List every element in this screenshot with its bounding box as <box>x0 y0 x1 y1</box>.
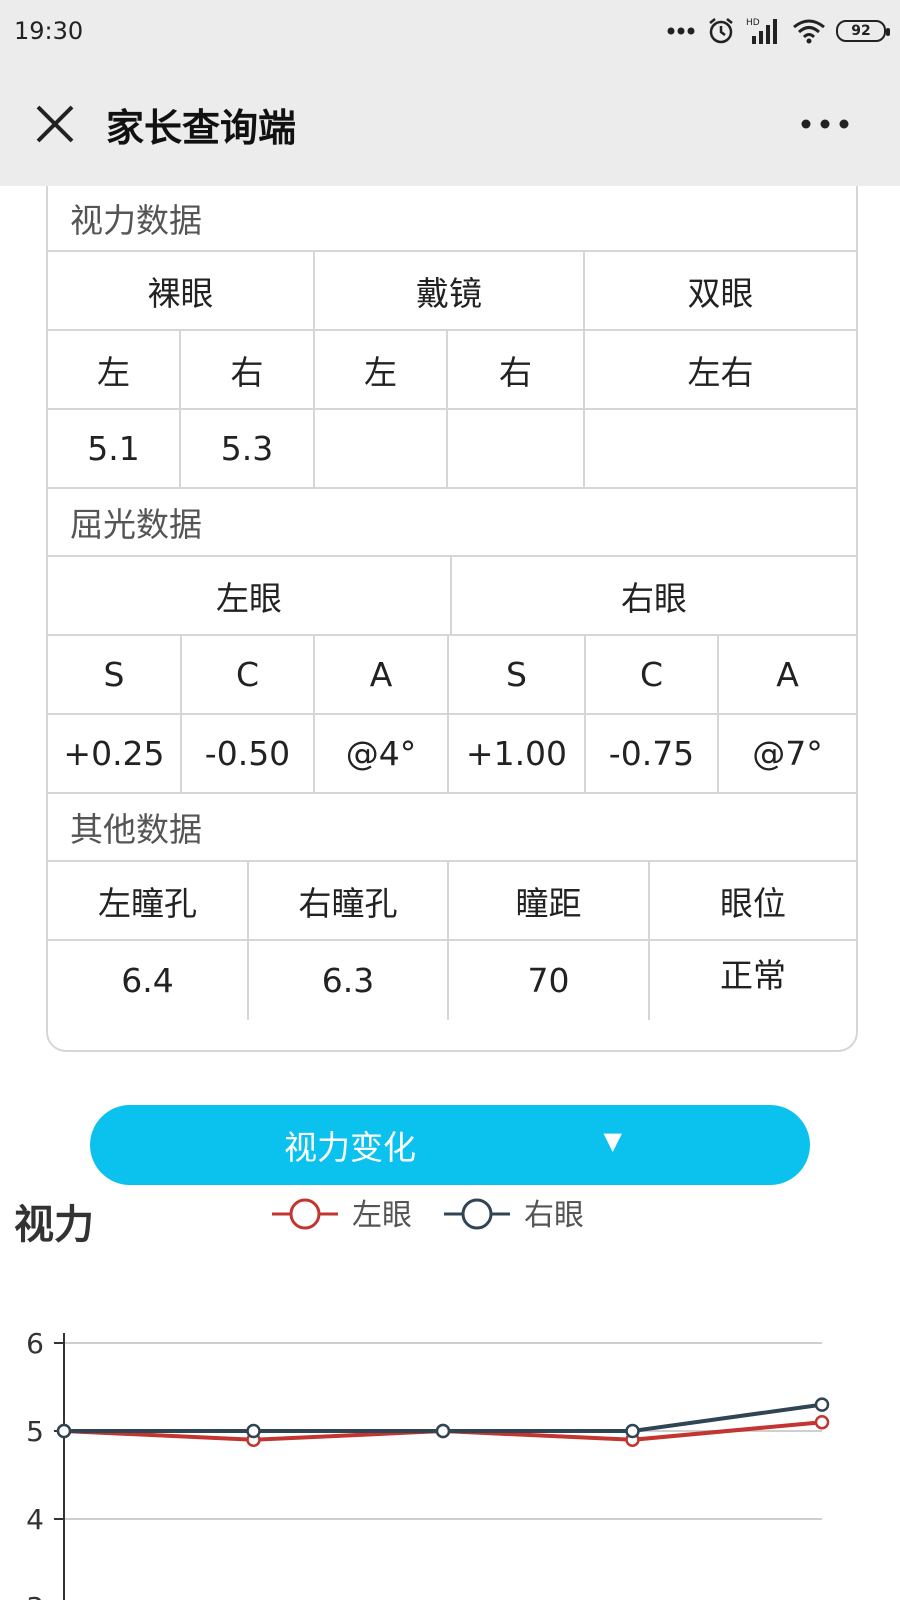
battery-indicator: 92 <box>836 20 890 42</box>
status-time: 19:30 <box>14 17 84 45</box>
vision-change-dropdown[interactable]: 视力变化 ▼ <box>90 1105 810 1185</box>
refraction-sub-right-a: A <box>776 655 799 694</box>
vision-subheader-row: 左 右 左 右 左右 <box>48 331 856 410</box>
refraction-values-row: +0.25 -0.50 @4° +1.00 -0.75 @7° <box>48 715 856 794</box>
vision-values-row: 5.1 5.3 <box>48 410 856 489</box>
vision-value-both <box>585 410 856 487</box>
more-button[interactable] <box>790 96 860 152</box>
legend-marker-1 <box>461 1198 493 1230</box>
vision-section-title: 视力数据 <box>48 186 856 252</box>
close-button[interactable] <box>10 79 100 169</box>
vision-sub-both: 左右 <box>687 352 754 392</box>
more-icon <box>801 119 849 129</box>
refraction-header-right-eye: 右眼 <box>621 578 687 618</box>
other-value-left-pupil: 6.4 <box>48 941 249 1020</box>
vision-sub-glasses-right: 右 <box>448 331 585 408</box>
y-tick-label-2: 4 <box>26 1503 44 1536</box>
refraction-sub-left-s: S <box>48 636 182 713</box>
series-1-point-4 <box>814 1397 830 1412</box>
refraction-value-right-s: +1.00 <box>449 715 586 792</box>
signal-hd-label: HD <box>746 18 760 28</box>
status-icons: HD 92 <box>666 16 890 46</box>
vision-line-chart: 左眼 右眼 6 5 4 3 <box>26 1198 830 1600</box>
more-dots-icon <box>666 26 696 36</box>
other-values-row: 6.4 6.3 70 正常 <box>48 941 856 1020</box>
other-header-right-pupil: 右瞳孔 <box>249 862 449 939</box>
signal-icon: HD <box>746 16 782 46</box>
vision-header-row: 裸眼 戴镜 双眼 <box>48 252 856 331</box>
refraction-sub-left-a: A <box>315 636 449 713</box>
close-icon <box>36 105 74 143</box>
series-1-point-2 <box>435 1423 451 1439</box>
y-tick-label-1: 5 <box>26 1415 44 1448</box>
legend-marker-0 <box>289 1198 321 1230</box>
refraction-header-left-eye: 左眼 <box>48 557 452 634</box>
vision-value-naked-left: 5.1 <box>48 410 181 487</box>
status-bar: 19:30 HD 92 <box>0 0 900 62</box>
vision-sub-naked-left: 左 <box>48 331 181 408</box>
refraction-header-row: 左眼 右眼 <box>48 557 856 636</box>
vision-value-glasses-right <box>448 410 585 487</box>
refraction-value-left-c: -0.50 <box>182 715 315 792</box>
eye-data-card: 视力数据 裸眼 戴镜 双眼 左 右 左 右 左右 5.1 5.3 屈光数据 左眼… <box>46 186 858 1052</box>
refraction-section-title: 屈光数据 <box>48 489 856 557</box>
y-tick-label-0: 6 <box>26 1327 44 1360</box>
other-header-pd: 瞳距 <box>449 862 650 939</box>
refraction-sub-left-c: C <box>182 636 315 713</box>
series-0-point-4 <box>814 1414 830 1430</box>
other-value-eye-position: 正常 <box>720 956 786 995</box>
vision-header-glasses: 戴镜 <box>315 252 585 329</box>
other-header-eye-position: 眼位 <box>720 883 786 923</box>
wifi-icon <box>792 17 826 45</box>
legend-label-1: 右眼 <box>524 1198 584 1233</box>
refraction-value-left-a: @4° <box>315 715 449 792</box>
refraction-sub-right-c: C <box>586 636 719 713</box>
refraction-value-right-a: @7° <box>752 734 823 773</box>
vision-value-glasses-left <box>315 410 448 487</box>
page-title: 家长查询端 <box>106 105 297 150</box>
refraction-subheader-row: S C A S C A <box>48 636 856 715</box>
vision-sub-glasses-left: 左 <box>315 331 448 408</box>
series-1-point-3 <box>625 1423 640 1439</box>
refraction-value-right-c: -0.75 <box>586 715 719 792</box>
vision-value-naked-right: 5.3 <box>181 410 315 487</box>
other-section-title: 其他数据 <box>48 794 856 862</box>
dropdown-arrow-icon: ▼ <box>603 1127 622 1155</box>
legend-label-0: 左眼 <box>352 1198 412 1233</box>
vision-sub-naked-right: 右 <box>181 331 315 408</box>
alarm-icon <box>706 16 736 46</box>
series-1-point-0 <box>56 1423 72 1439</box>
refraction-value-left-s: +0.25 <box>48 715 182 792</box>
refraction-sub-right-s: S <box>449 636 586 713</box>
series-1-point-1 <box>246 1423 261 1439</box>
title-bar: 家长查询端 <box>0 62 900 186</box>
other-value-pd: 70 <box>449 941 650 1020</box>
other-value-right-pupil: 6.3 <box>249 941 449 1020</box>
y-tick-label-3: 3 <box>26 1591 44 1600</box>
vision-header-both: 双眼 <box>687 273 754 313</box>
vision-header-naked: 裸眼 <box>48 252 315 329</box>
dropdown-label: 视力变化 <box>284 1128 416 1167</box>
other-header-left-pupil: 左瞳孔 <box>48 862 249 939</box>
other-header-row: 左瞳孔 右瞳孔 瞳距 眼位 <box>48 862 856 941</box>
